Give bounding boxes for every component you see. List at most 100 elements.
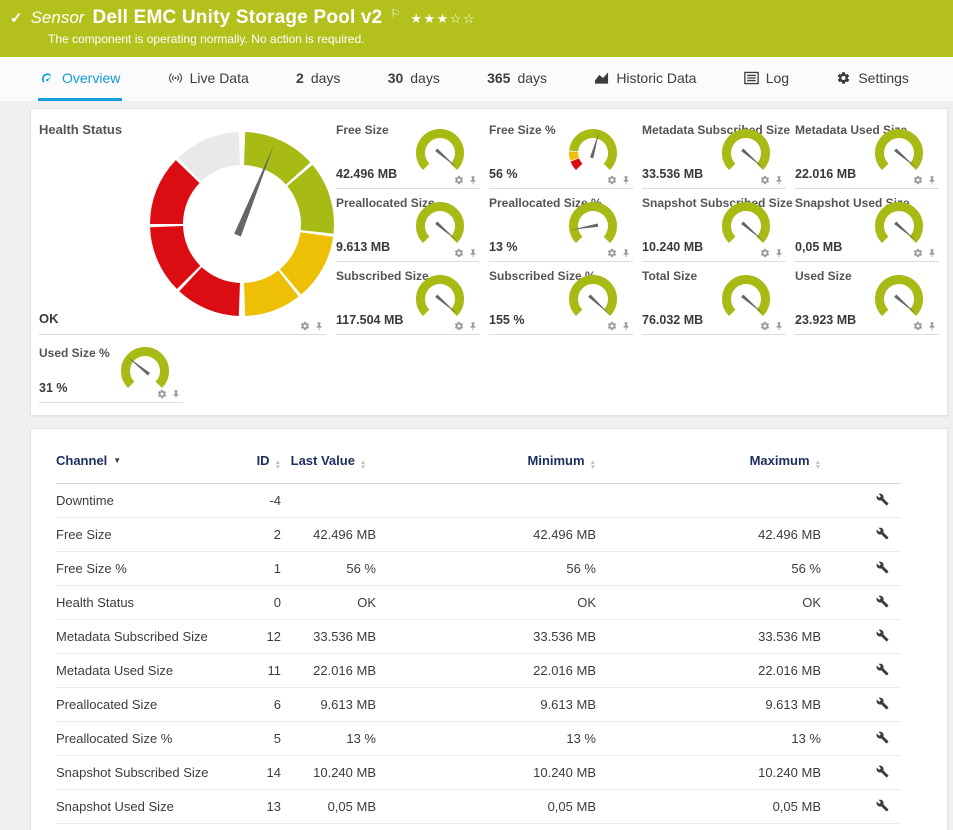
gauge-free-size-pct[interactable]: Free Size %56 % bbox=[489, 116, 633, 189]
column-header-channel[interactable]: Channel▼ bbox=[56, 453, 241, 484]
pin-icon[interactable] bbox=[927, 321, 937, 331]
table-header-row: Channel▼ID▲▼Last Value▲▼Minimum▲▼Maximum… bbox=[56, 453, 901, 484]
gauge-subscribed-size[interactable]: Subscribed Size117.504 MB bbox=[336, 262, 480, 335]
edit-channel-button[interactable] bbox=[876, 697, 889, 710]
gear-icon[interactable] bbox=[760, 175, 770, 185]
last-value: 9.613 MB bbox=[281, 688, 376, 722]
sort-icon: ▲▼ bbox=[360, 460, 366, 470]
gauge-icon bbox=[40, 71, 55, 85]
gauge-total-size[interactable]: Total Size76.032 MB bbox=[642, 262, 786, 335]
tab-label: Historic Data bbox=[616, 70, 696, 86]
gauge-free-size[interactable]: Free Size42.496 MB bbox=[336, 116, 480, 189]
pin-icon[interactable] bbox=[621, 321, 631, 331]
gauge-subscribed-size-pct[interactable]: Subscribed Size %155 % bbox=[489, 262, 633, 335]
gauge-controls bbox=[157, 389, 181, 399]
gauge-value: 33.536 MB bbox=[642, 167, 703, 181]
column-header-maximum[interactable]: Maximum▲▼ bbox=[596, 453, 821, 484]
last-value: 56 % bbox=[281, 552, 376, 586]
pin-icon[interactable] bbox=[774, 248, 784, 258]
gauge-snapshot-used-size[interactable]: Snapshot Used Size0,05 MB bbox=[795, 189, 939, 262]
gauge-value: 22.016 MB bbox=[795, 167, 856, 181]
tab-overview[interactable]: Overview bbox=[38, 57, 122, 101]
gear-icon[interactable] bbox=[607, 321, 617, 331]
gear-icon[interactable] bbox=[760, 321, 770, 331]
last-value: 33.536 MB bbox=[281, 620, 376, 654]
pin-icon[interactable] bbox=[468, 175, 478, 185]
tab-settings[interactable]: Settings bbox=[834, 57, 911, 101]
sort-icon: ▲▼ bbox=[590, 460, 596, 470]
tab-bar: Overview Live Data 2days 30days 365days Histo… bbox=[0, 57, 953, 101]
gauge-used-size-pct[interactable]: Used Size %31 % bbox=[39, 339, 183, 403]
gear-icon[interactable] bbox=[454, 321, 464, 331]
gauge-preallocated-size[interactable]: Preallocated Size9.613 MB bbox=[336, 189, 480, 262]
gear-icon[interactable] bbox=[300, 321, 310, 331]
pin-icon[interactable] bbox=[468, 321, 478, 331]
minimum-value: OK bbox=[376, 586, 596, 620]
pin-icon[interactable] bbox=[621, 175, 631, 185]
pin-icon[interactable] bbox=[468, 248, 478, 258]
gauge-health-status[interactable]: Health Status OK bbox=[39, 116, 326, 335]
column-header-minimum[interactable]: Minimum▲▼ bbox=[376, 453, 596, 484]
prtg-sensor-page: ✓ Sensor Dell EMC Unity Storage Pool v2 … bbox=[0, 0, 953, 830]
gauge-controls bbox=[760, 248, 784, 258]
gear-icon[interactable] bbox=[607, 175, 617, 185]
last-value bbox=[281, 484, 376, 518]
channel-id: 5 bbox=[241, 722, 281, 756]
column-header-id[interactable]: ID▲▼ bbox=[241, 453, 281, 484]
channel-id: 6 bbox=[241, 688, 281, 722]
edit-channel-button[interactable] bbox=[876, 561, 889, 574]
pin-icon[interactable] bbox=[171, 389, 181, 399]
gauge-dial bbox=[565, 200, 621, 250]
pin-icon[interactable] bbox=[927, 175, 937, 185]
channel-name: Preallocated Size bbox=[56, 688, 241, 722]
live-icon bbox=[168, 71, 183, 85]
pin-icon[interactable] bbox=[774, 175, 784, 185]
pin-icon[interactable] bbox=[774, 321, 784, 331]
gear-icon[interactable] bbox=[913, 175, 923, 185]
gauge-preallocated-size-pct[interactable]: Preallocated Size %13 % bbox=[489, 189, 633, 262]
channel-id: 2 bbox=[241, 518, 281, 552]
edit-cell bbox=[821, 756, 901, 790]
gauge-dial bbox=[412, 273, 468, 323]
edit-channel-button[interactable] bbox=[876, 731, 889, 744]
gear-icon[interactable] bbox=[913, 248, 923, 258]
gear-icon[interactable] bbox=[913, 321, 923, 331]
channel-row-preallocated-size: Preallocated Size69.613 MB9.613 MB9.613 … bbox=[56, 688, 901, 722]
tab-2-days[interactable]: 2days bbox=[294, 57, 342, 101]
tab-historic-data[interactable]: Historic Data bbox=[592, 57, 698, 101]
tab-365-days[interactable]: 365days bbox=[485, 57, 549, 101]
gear-icon[interactable] bbox=[157, 389, 167, 399]
channel-id: 1 bbox=[241, 552, 281, 586]
pin-icon[interactable] bbox=[621, 248, 631, 258]
flag-icon[interactable]: ⚐ bbox=[390, 7, 400, 20]
edit-channel-button[interactable] bbox=[876, 799, 889, 812]
edit-channel-button[interactable] bbox=[876, 629, 889, 642]
gear-icon[interactable] bbox=[454, 175, 464, 185]
gauge-metadata-used-size[interactable]: Metadata Used Size22.016 MB bbox=[795, 116, 939, 189]
edit-cell bbox=[821, 790, 901, 824]
pin-icon[interactable] bbox=[314, 321, 324, 331]
maximum-value: 13 % bbox=[596, 722, 821, 756]
gauge-used-size[interactable]: Used Size23.923 MB bbox=[795, 262, 939, 335]
pin-icon[interactable] bbox=[927, 248, 937, 258]
gauge-snapshot-subscribed-size[interactable]: Snapshot Subscribed Size10.240 MB bbox=[642, 189, 786, 262]
gauge-value: 23.923 MB bbox=[795, 313, 856, 327]
edit-channel-button[interactable] bbox=[876, 493, 889, 506]
tab-label: days bbox=[517, 70, 547, 86]
edit-channel-button[interactable] bbox=[876, 765, 889, 778]
tab-log[interactable]: Log bbox=[742, 57, 791, 101]
gear-icon[interactable] bbox=[760, 248, 770, 258]
tab-live-data[interactable]: Live Data bbox=[166, 57, 251, 101]
edit-channel-button[interactable] bbox=[876, 595, 889, 608]
gear-icon[interactable] bbox=[607, 248, 617, 258]
edit-channel-button[interactable] bbox=[876, 663, 889, 676]
gauge-value: 9.613 MB bbox=[336, 240, 390, 254]
column-header-last-value[interactable]: Last Value▲▼ bbox=[281, 453, 376, 484]
channel-id: 12 bbox=[241, 620, 281, 654]
edit-channel-button[interactable] bbox=[876, 527, 889, 540]
gauge-metadata-subscribed-size[interactable]: Metadata Subscribed Size33.536 MB bbox=[642, 116, 786, 189]
gear-icon[interactable] bbox=[454, 248, 464, 258]
tab-30-days[interactable]: 30days bbox=[386, 57, 442, 101]
sensor-title: Dell EMC Unity Storage Pool v2 bbox=[92, 7, 382, 29]
priority-stars[interactable]: ★★★☆☆ bbox=[410, 11, 476, 27]
